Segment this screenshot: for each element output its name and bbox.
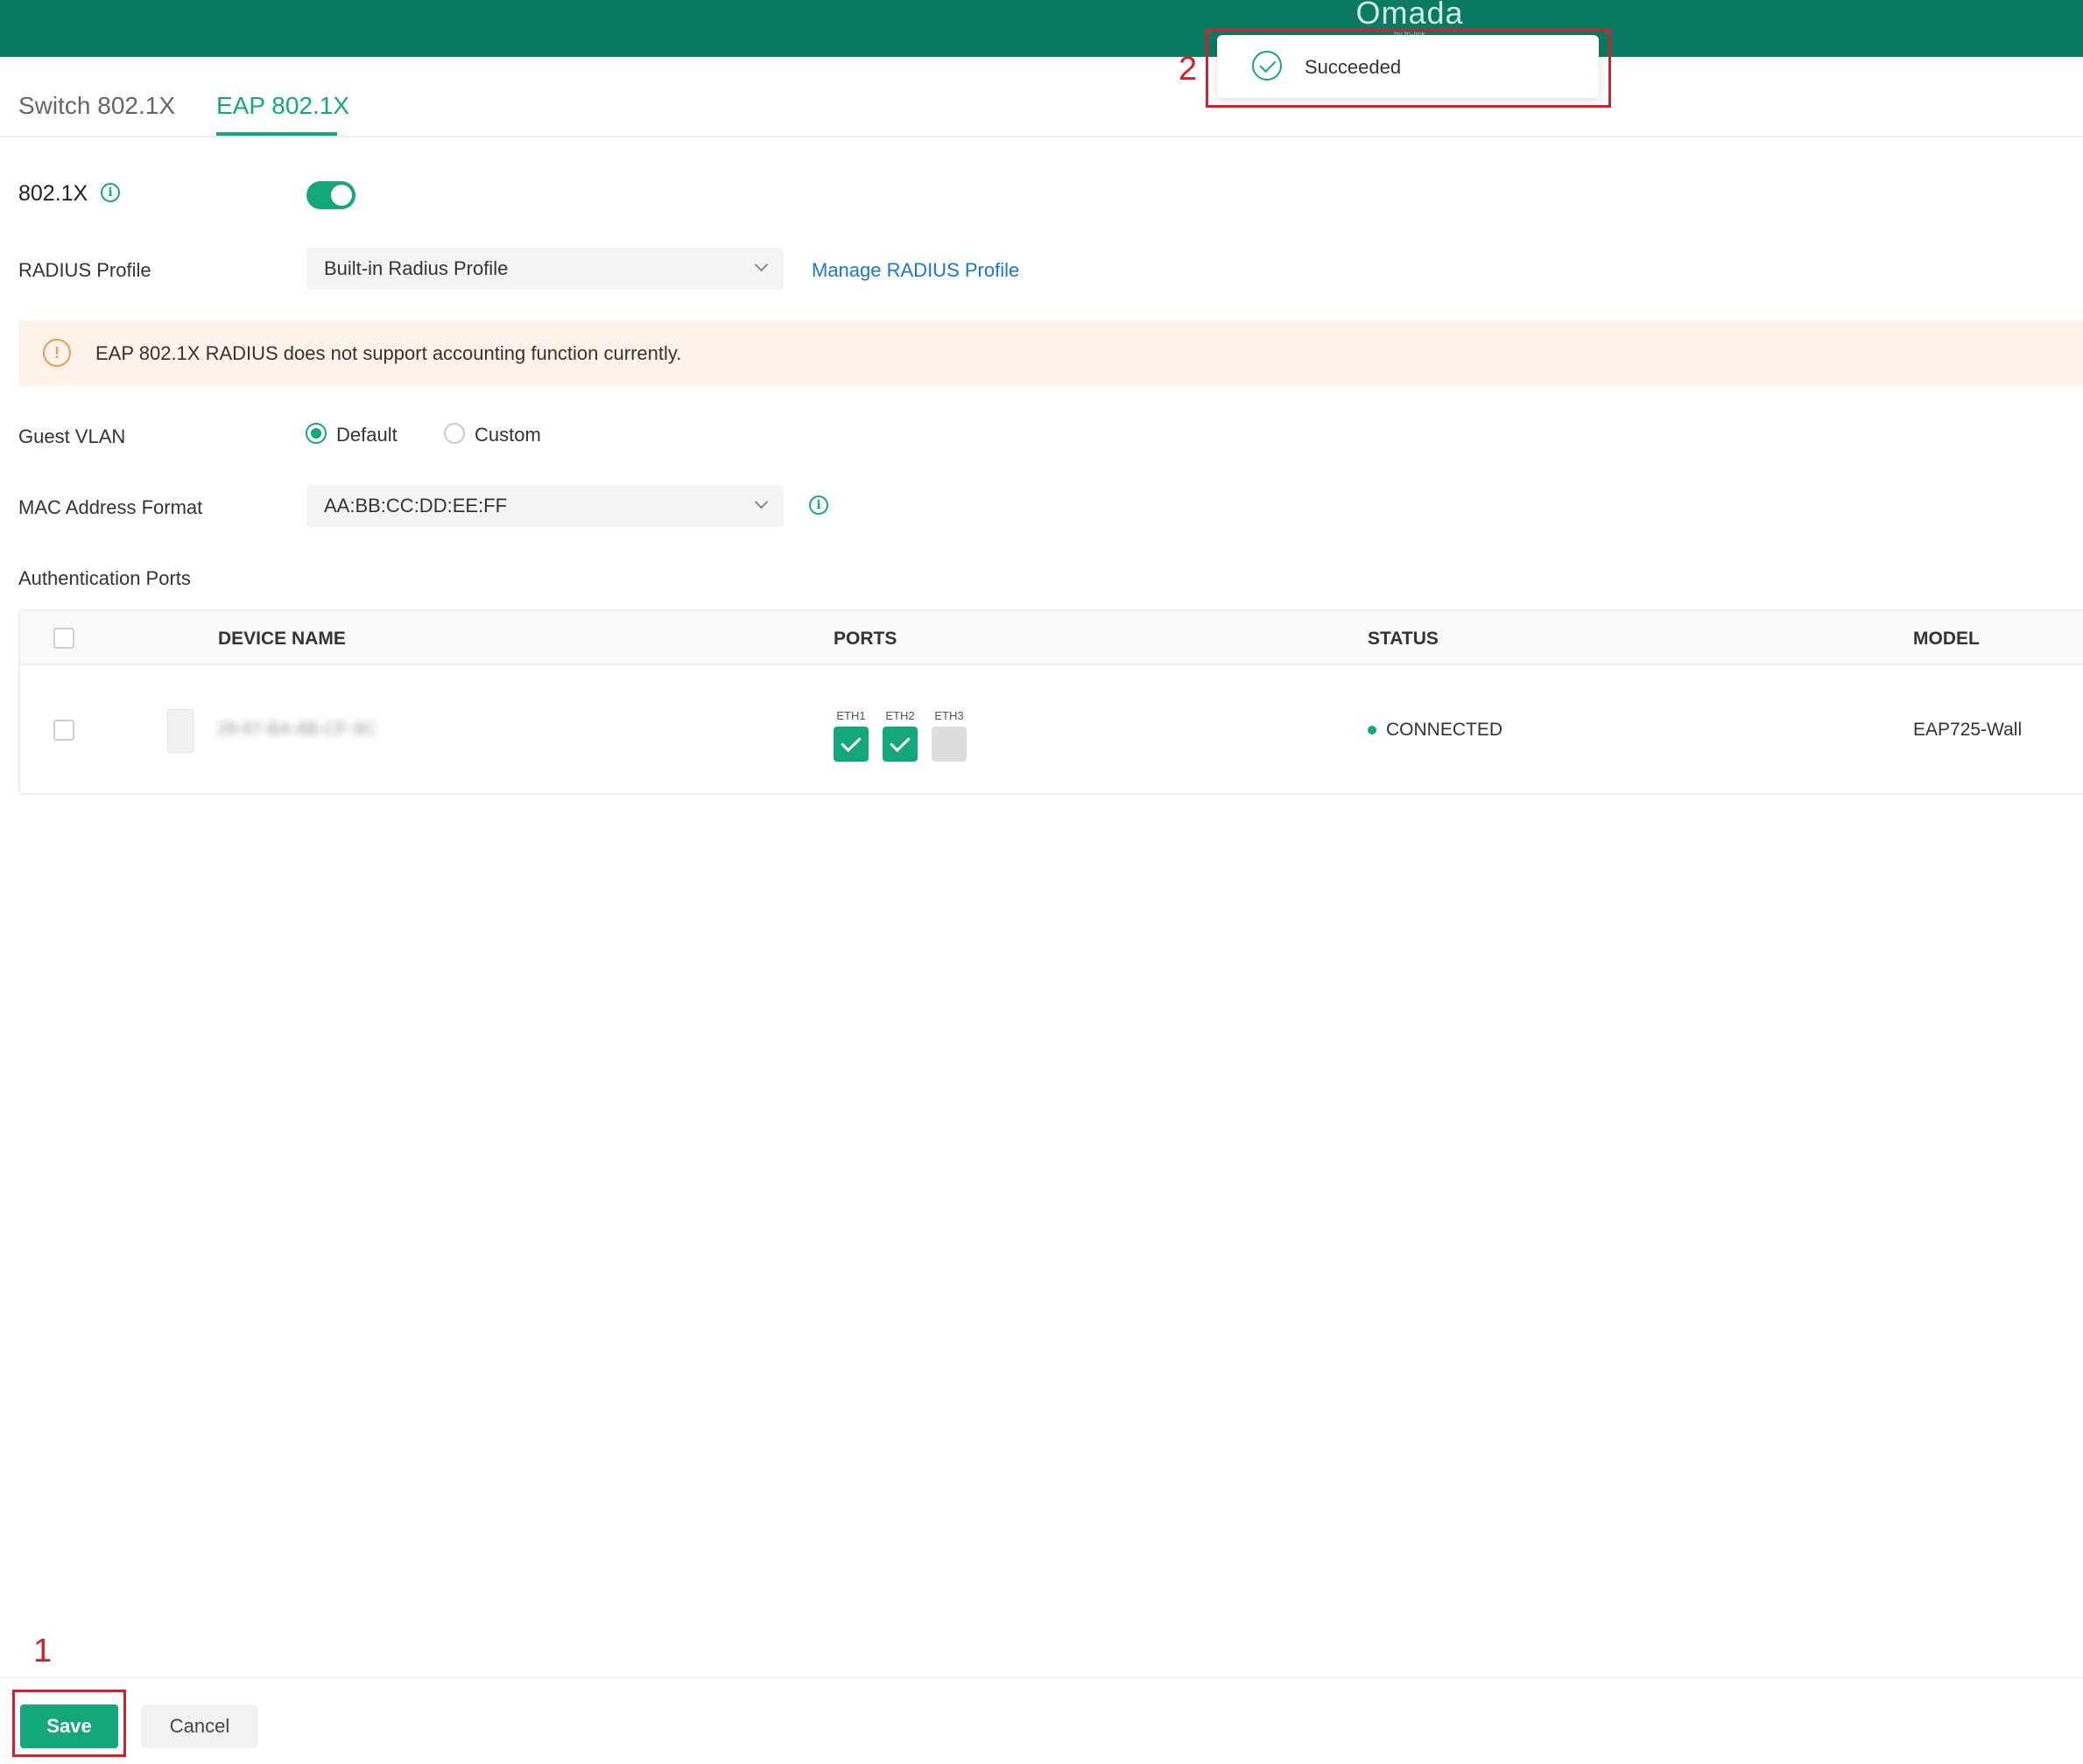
port-eth1[interactable]: ETH1 xyxy=(834,709,869,762)
tab-bar: Switch 802.1X EAP 802.1X xyxy=(0,57,2083,137)
info-icon[interactable]: i xyxy=(809,495,828,515)
chevron-down-icon xyxy=(754,257,769,272)
annotation-number-2: 2 xyxy=(1179,51,1198,88)
annotation-number-1: 1 xyxy=(33,1633,53,1669)
toggle-knob xyxy=(331,185,352,206)
guest-vlan-default-radio[interactable] xyxy=(306,423,327,444)
chevron-down-icon xyxy=(754,495,769,510)
mac-format-label: MAC Address Format xyxy=(18,496,203,518)
port-eth3[interactable]: ETH3 xyxy=(932,709,967,762)
mac-format-value: AA:BB:CC:DD:EE:FF xyxy=(324,495,508,517)
warning-alert: ! EAP 802.1X RADIUS does not support acc… xyxy=(18,320,2083,386)
port-checked-icon[interactable] xyxy=(883,727,918,762)
status-text: CONNECTED xyxy=(1386,720,1503,740)
annotation-box-1 xyxy=(12,1690,126,1757)
auth-ports-table: DEVICE NAME PORTS STATUS MODEL 28-87-BA-… xyxy=(18,609,2083,795)
port-checked-icon[interactable] xyxy=(834,727,869,762)
omada-logo: Omada xyxy=(1355,0,1464,31)
device-thumbnail xyxy=(167,709,194,753)
manage-radius-profile-link[interactable]: Manage RADIUS Profile xyxy=(812,259,1019,282)
column-header-device-name[interactable]: DEVICE NAME xyxy=(218,629,346,650)
port-label: ETH2 xyxy=(885,709,915,722)
mac-format-select[interactable]: AA:BB:CC:DD:EE:FF xyxy=(306,485,784,527)
top-header-bar: Omada by tp-link xyxy=(0,0,2083,57)
footer-bar: Save Cancel xyxy=(0,1676,2083,1764)
radius-profile-select[interactable]: Built-in Radius Profile xyxy=(306,248,784,290)
auth-ports-label: Authentication Ports xyxy=(18,567,191,589)
select-all-checkbox[interactable] xyxy=(53,628,74,649)
port-label: ETH1 xyxy=(836,709,866,722)
device-name[interactable]: 28-87-BA-8B-CF-9C xyxy=(217,720,376,740)
guest-vlan-custom-label[interactable]: Custom xyxy=(475,424,541,446)
tab-eap-8021x[interactable]: EAP 802.1X xyxy=(216,92,349,120)
model-text: EAP725-Wall xyxy=(1913,720,2023,740)
radius-profile-value: Built-in Radius Profile xyxy=(324,257,509,279)
table-header: DEVICE NAME PORTS STATUS MODEL xyxy=(20,611,2083,665)
alert-text: EAP 802.1X RADIUS does not support accou… xyxy=(95,342,682,364)
warning-icon: ! xyxy=(43,339,71,367)
column-header-ports: PORTS xyxy=(834,629,897,649)
dot1x-label: 802.1X xyxy=(18,181,88,206)
dot1x-toggle[interactable] xyxy=(306,181,355,209)
status-dot-icon xyxy=(1368,726,1376,734)
column-header-status[interactable]: STATUS xyxy=(1368,629,1439,650)
annotation-box-2 xyxy=(1206,29,1611,108)
cancel-button[interactable]: Cancel xyxy=(141,1704,258,1748)
port-eth2[interactable]: ETH2 xyxy=(883,709,918,762)
info-icon[interactable]: i xyxy=(101,183,120,202)
tab-switch-8021x[interactable]: Switch 802.1X xyxy=(18,92,175,120)
guest-vlan-custom-radio[interactable] xyxy=(444,423,465,444)
port-label: ETH3 xyxy=(934,709,964,722)
radius-profile-label: RADIUS Profile xyxy=(18,259,151,281)
column-header-model[interactable]: MODEL xyxy=(1913,629,1980,650)
row-checkbox[interactable] xyxy=(53,720,74,741)
guest-vlan-label: Guest VLAN xyxy=(18,425,126,447)
active-tab-indicator xyxy=(216,132,337,136)
guest-vlan-default-label[interactable]: Default xyxy=(336,424,398,446)
port-unchecked-box[interactable] xyxy=(932,727,967,762)
